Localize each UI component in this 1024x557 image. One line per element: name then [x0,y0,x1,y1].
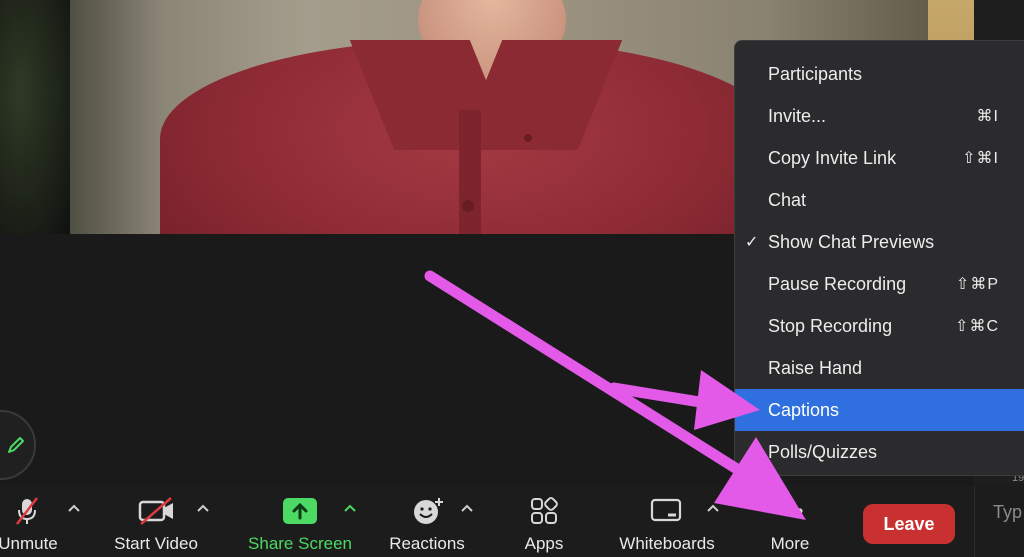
menu-item-label: Polls/Quizzes [768,442,878,462]
video-options-caret[interactable] [195,500,211,516]
menu-item-shortcut: ⇧⌘C [955,318,999,335]
menu-item-label: Invite... [768,106,827,126]
menu-item-pause-recording[interactable]: Pause Recording ⇧⌘P [735,263,1024,305]
share-screen-button[interactable]: Share Screen [244,486,356,557]
menu-item-raise-hand[interactable]: Raise Hand [735,347,1024,389]
apps-icon [530,496,558,526]
menu-item-invite[interactable]: Invite... ⌘I [735,95,1024,137]
reactions-options-caret[interactable] [459,500,475,516]
video-shirt-placket [459,110,481,234]
menu-item-label: Chat [768,190,807,210]
pencil-icon [8,437,24,453]
menu-item-polls-quizzes[interactable]: Polls/Quizzes [735,431,1024,473]
more-dots-icon [774,496,806,526]
video-shirt-button [462,200,474,212]
video-shirt-button [524,134,532,142]
chevron-up-icon [461,504,473,512]
menu-item-label: Captions [768,400,840,420]
reactions-button[interactable]: Reactions [382,486,472,557]
reactions-label: Reactions [389,534,465,553]
menu-item-participants[interactable]: Participants [735,53,1024,95]
whiteboards-options-caret[interactable] [705,500,721,516]
more-label: More [770,534,810,553]
apps-button[interactable]: Apps [514,486,574,557]
menu-item-captions[interactable]: Captions [735,389,1024,431]
whiteboard-icon [650,496,682,526]
menu-item-copy-invite-link[interactable]: Copy Invite Link ⇧⌘I [735,137,1024,179]
whiteboards-label: Whiteboards [619,534,715,553]
unmute-label: Unmute [0,534,58,553]
menu-item-stop-recording[interactable]: Stop Recording ⇧⌘C [735,305,1024,347]
apps-label: Apps [524,534,564,553]
start-video-button[interactable]: Start Video [108,486,204,557]
video-background-plant [0,0,70,234]
muted-microphone-icon [12,496,42,526]
menu-item-chat[interactable]: Chat [735,179,1024,221]
menu-item-label: Copy Invite Link [768,148,897,168]
chevron-up-icon [197,504,209,512]
menu-item-shortcut: ⌘I [976,108,999,125]
whiteboards-button[interactable]: Whiteboards [612,486,722,557]
audio-options-caret[interactable] [66,500,82,516]
menu-item-show-chat-previews[interactable]: ✓ Show Chat Previews [735,221,1024,263]
menu-item-label: Show Chat Previews [768,232,935,252]
menu-item-label: Participants [768,64,863,84]
more-menu: Participants Invite... ⌘I Copy Invite Li… [734,40,1024,476]
video-off-icon [138,496,176,526]
chat-input-placeholder: Typ [993,502,1023,522]
leave-button[interactable]: Leave [863,504,955,544]
chevron-up-icon [68,504,80,512]
start-video-label: Start Video [114,534,198,553]
share-screen-label: Share Screen [248,534,352,553]
emoji-add-icon [412,496,446,526]
menu-item-shortcut: ⇧⌘I [962,150,999,167]
share-options-caret[interactable] [342,500,358,516]
chat-input[interactable]: Typ [975,486,1024,557]
chevron-up-icon [707,504,719,512]
share-screen-icon [283,496,317,526]
chevron-up-icon [344,504,356,512]
more-button[interactable]: More [758,486,822,557]
unmute-button[interactable]: Unmute [0,486,62,557]
menu-item-shortcut: ⇧⌘P [955,276,999,293]
menu-item-label: Raise Hand [768,358,863,378]
menu-item-label: Pause Recording [768,274,907,294]
checkmark-icon: ✓ [745,234,759,251]
menu-item-label: Stop Recording [768,316,893,336]
